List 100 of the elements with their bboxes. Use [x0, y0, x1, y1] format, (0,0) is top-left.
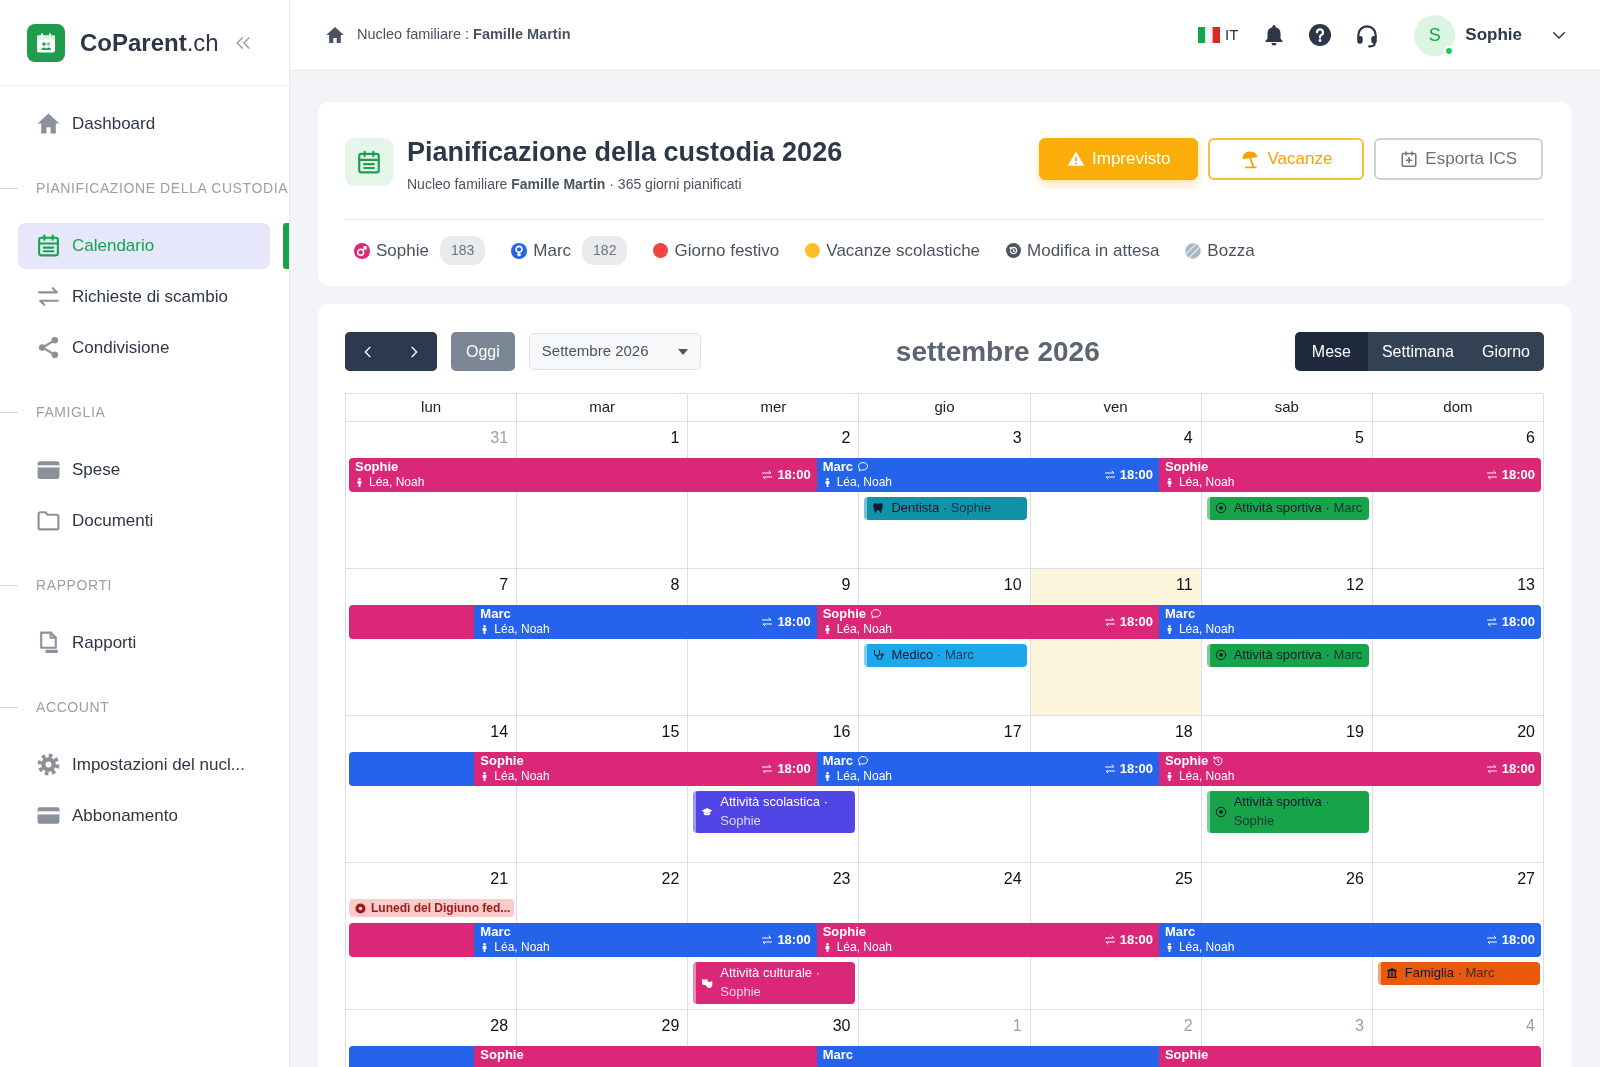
calendar-title: settembre 2026 [894, 334, 1101, 369]
calendar-plus-icon [1400, 150, 1419, 168]
calendar-event[interactable]: Attività sportiva · Sophie [1206, 791, 1369, 833]
nav-item[interactable]: Spese [18, 446, 270, 493]
day-number: 8 [670, 575, 680, 595]
warning-icon [1067, 150, 1085, 168]
custody-bar[interactable]: Sophie Léa, Noah 18:00 [349, 458, 817, 492]
swap-arrows-icon [1485, 616, 1498, 628]
weekday-header: mar [589, 397, 616, 418]
custody-bar[interactable]: Marc [816, 1046, 1159, 1067]
day-number: 5 [1354, 428, 1364, 448]
nav-item[interactable]: Dashboard [18, 100, 270, 147]
calendar-event[interactable]: Attività sportiva · Marc [1206, 497, 1369, 520]
day-number: 7 [499, 575, 509, 595]
nav-item[interactable]: Abbonamento [18, 792, 270, 839]
parent-name: Sophie [355, 460, 399, 475]
swap-arrows-icon [761, 934, 774, 946]
count-badge: 183 [439, 236, 486, 266]
page-title: Pianificazione della custodia 2026 [407, 138, 843, 168]
language-selector[interactable]: IT [1198, 23, 1239, 47]
legend-label: Giorno festivo [674, 239, 780, 262]
calendar-event[interactable]: Attività scolastica · Sophie [693, 791, 856, 833]
day-number: 28 [490, 1016, 509, 1036]
legend-label: Bozza [1207, 239, 1255, 262]
custody-bar[interactable]: Sophie Léa, Noah 18:00 [816, 923, 1159, 957]
tooth-icon [872, 502, 885, 515]
action-button[interactable]: Esporta ICS [1374, 138, 1543, 180]
day-number: 3 [1012, 428, 1022, 448]
view-tab[interactable]: Mese [1294, 332, 1368, 371]
handover-time: 18:00 [1119, 613, 1153, 632]
calendar-event[interactable]: Dentista · Sophie [864, 497, 1027, 520]
day-number: 21 [490, 869, 509, 889]
calendar-event[interactable]: Attività sportiva · Marc [1206, 644, 1369, 667]
day-number: 9 [841, 575, 851, 595]
help-button[interactable] [1308, 23, 1333, 47]
legend-label: Sophie [376, 239, 429, 262]
day-number: 2 [841, 428, 851, 448]
flag-icon [1198, 27, 1220, 43]
share-icon [36, 335, 61, 360]
holiday-chip[interactable]: Lunedì del Digiuno fed... [349, 899, 515, 917]
custody-bar[interactable]: Marc Léa, Noah 18:00 [1158, 923, 1541, 957]
handover-time: 18:00 [777, 613, 811, 632]
graduation-cap-icon [701, 805, 714, 818]
month-dropdown[interactable]: Settembre 2026 [528, 333, 701, 370]
day-number: 25 [1174, 869, 1193, 889]
section-heading: ACCOUNT [36, 697, 110, 717]
day-number: 3 [1354, 1016, 1364, 1036]
section-heading: RAPPORTI [36, 575, 113, 595]
custody-bar[interactable]: Marc Léa, Noah 18:00 [474, 605, 817, 639]
swap-arrows-icon [1103, 616, 1116, 628]
parent-name: Marc [1164, 925, 1196, 940]
comment-icon [857, 461, 869, 474]
custody-bar[interactable]: Sophie [1158, 1046, 1541, 1067]
calendar-event[interactable]: Famiglia · Marc [1377, 962, 1540, 985]
swap-arrows-icon [1103, 763, 1116, 775]
custody-bar[interactable]: Marc Léa, Noah 18:00 [816, 458, 1159, 492]
ball-icon [1214, 502, 1227, 515]
day-number: 20 [1517, 722, 1535, 742]
view-tab[interactable]: Giorno [1467, 332, 1544, 371]
parent-name: Sophie [1164, 1048, 1209, 1063]
nav-item[interactable]: Documenti [18, 497, 270, 544]
weekday-header: dom [1443, 397, 1473, 418]
handover-time: 18:00 [1501, 613, 1535, 632]
day-number: 4 [1526, 1016, 1535, 1036]
handover-time: 18:00 [1119, 466, 1153, 485]
custody-bar[interactable]: Marc Léa, Noah 18:00 [1158, 605, 1541, 639]
day-number: 29 [661, 1016, 680, 1036]
day-number: 18 [1174, 722, 1193, 742]
active-indicator [283, 222, 289, 269]
legend-label: Marc [533, 239, 572, 262]
handover-time: 18:00 [1501, 760, 1535, 779]
custody-bar[interactable]: Sophie Léa, Noah 18:00 [1158, 458, 1541, 492]
custody-bar[interactable]: Marc Léa, Noah 18:00 [474, 923, 817, 957]
user-name: Sophie [1465, 24, 1522, 47]
today-button[interactable]: Oggi [451, 332, 515, 371]
nav-item[interactable]: Condivisione [18, 324, 270, 371]
calendar-event[interactable]: Attività culturale · Sophie [693, 962, 856, 1004]
day-number: 2 [1183, 1016, 1193, 1036]
calendar-event[interactable]: Medico · Marc [864, 644, 1027, 667]
nav-item[interactable]: Impostazioni del nucl... [18, 741, 270, 788]
settings-icon [36, 752, 61, 777]
count-badge: 182 [582, 236, 628, 266]
nav-item[interactable]: Rapporti [18, 619, 270, 666]
day-number: 10 [1003, 575, 1022, 595]
custody-bar[interactable]: Sophie Léa, Noah 18:00 [816, 605, 1159, 639]
handover-time: 18:00 [1501, 931, 1535, 950]
day-number: 14 [490, 722, 509, 742]
custody-bar[interactable]: Sophie Léa, Noah 18:00 [1158, 752, 1541, 786]
swap-arrows-icon [1485, 934, 1498, 946]
help-icon [1308, 23, 1333, 47]
custody-bar[interactable]: Marc Léa, Noah 18:00 [816, 752, 1159, 786]
swap-arrows-icon [1485, 763, 1498, 775]
view-tab[interactable]: Settimana [1367, 332, 1468, 371]
nav-item[interactable]: Richieste di scambio [18, 273, 270, 320]
parent-name: Marc [480, 925, 511, 940]
weekday-header: mer [760, 397, 787, 418]
custody-bar[interactable]: Sophie Léa, Noah 18:00 [474, 752, 817, 786]
children-names: Léa, Noah [836, 939, 893, 955]
child-icon [355, 476, 364, 488]
custody-bar[interactable]: Sophie [474, 1046, 817, 1067]
